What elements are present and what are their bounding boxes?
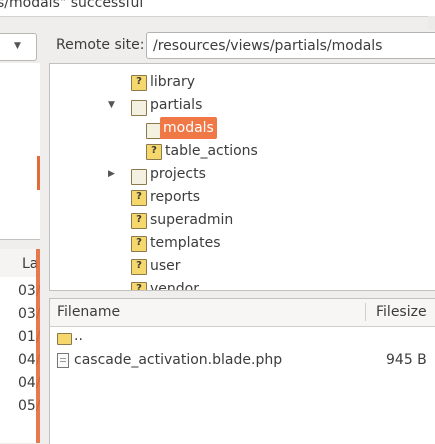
question-folder-icon: ? [146, 144, 162, 160]
tree-item-label: table_actions [165, 143, 258, 159]
tree-item-templates[interactable]: ? templates [50, 232, 435, 254]
status-divider [0, 16, 435, 17]
file-name: .. [74, 328, 83, 344]
pane-divider[interactable] [40, 17, 49, 443]
tree-item-label: superadmin [150, 212, 234, 228]
question-folder-icon: ? [131, 213, 147, 229]
chevron-down-icon[interactable]: ▼ [14, 41, 21, 51]
column-filesize[interactable]: Filesize [376, 304, 427, 320]
status-message: s/modals" successful [0, 0, 144, 11]
tree-item-vendor[interactable]: ? vendor [50, 278, 435, 291]
column-filename[interactable]: Filename [57, 304, 120, 320]
tree-item-label: user [150, 258, 181, 274]
document-icon [57, 353, 69, 368]
tree-item-label: partials [150, 97, 203, 113]
chevron-down-icon[interactable]: ▼ [108, 94, 115, 116]
tree-item-projects[interactable]: ▶ projects [50, 163, 435, 185]
local-site-combo[interactable]: ▼ [0, 33, 37, 61]
tree-item-label: reports [150, 189, 201, 205]
tree-item-label: vendor [150, 281, 199, 291]
question-folder-icon: ? [131, 190, 147, 206]
table-row[interactable]: cascade_activation.blade.php 945 B [50, 349, 435, 371]
remote-file-list[interactable]: Filename Filesize .. cascade_activation.… [49, 298, 435, 444]
folder-icon [131, 100, 147, 116]
folder-icon [131, 169, 147, 185]
tree-item-user[interactable]: ? user [50, 255, 435, 277]
remote-directory-tree[interactable]: ? library ▼ partials modals ? table_acti… [49, 63, 435, 291]
tree-item-label-selected: modals [160, 117, 217, 139]
tree-item-label: projects [150, 166, 206, 182]
question-folder-icon: ? [131, 282, 147, 290]
tree-item-reports[interactable]: ? reports [50, 186, 435, 208]
local-file-list[interactable]: 03/ 03/ 01/ 04/ 04/ 05/ [0, 277, 41, 443]
column-separator[interactable] [365, 303, 366, 321]
file-size: 945 B [386, 352, 427, 368]
file-name: cascade_activation.blade.php [74, 352, 283, 368]
status-scrollbar[interactable] [428, 16, 435, 30]
tree-item-label: library [150, 74, 196, 90]
folder-icon [57, 333, 72, 345]
tree-item-modals[interactable]: modals [50, 117, 435, 139]
question-folder-icon: ? [131, 75, 147, 91]
tree-item-library[interactable]: ? library [50, 71, 435, 93]
chevron-right-icon[interactable]: ▶ [108, 163, 115, 185]
local-directory-tree[interactable] [0, 63, 41, 240]
question-folder-icon: ? [131, 236, 147, 252]
table-row[interactable]: .. [50, 327, 435, 349]
remote-site-input[interactable]: /resources/views/partials/modals [146, 32, 435, 59]
file-list-header: Filename Filesize [50, 299, 435, 327]
tree-item-superadmin[interactable]: ? superadmin [50, 209, 435, 231]
tree-item-table-actions[interactable]: ? table_actions [50, 140, 435, 162]
status-log: s/modals" successful [0, 0, 435, 16]
tree-item-partials[interactable]: ▼ partials [50, 94, 435, 116]
question-folder-icon: ? [131, 259, 147, 275]
tree-item-label: templates [150, 235, 221, 251]
remote-site-label: Remote site: [56, 37, 145, 53]
